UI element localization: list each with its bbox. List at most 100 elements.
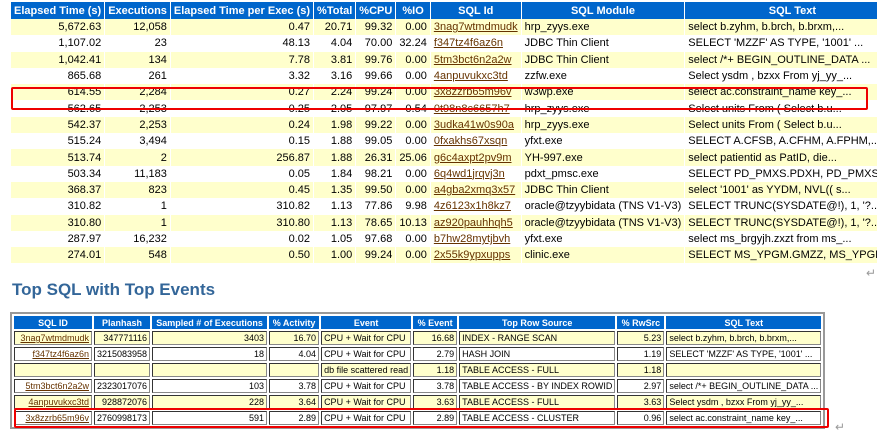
sql-id-link[interactable]: f347tz4f6az6n — [434, 37, 503, 49]
sql-id-link[interactable]: b7hw28mytjbvh — [434, 233, 510, 245]
column-header: SQL Text — [685, 2, 877, 19]
table-cell: 0.00 — [405, 167, 427, 180]
table-cell: 0.47 — [170, 19, 314, 36]
column-header: Event — [321, 316, 412, 329]
sql-id-link[interactable]: 3x8zzrb65m96v — [434, 86, 512, 98]
table-cell: select '1001' as YYDM, NVL(( s... — [685, 181, 877, 199]
table-cell: 99.76 — [356, 51, 396, 68]
sql-id-link[interactable]: f347tz4f6az6n — [32, 349, 89, 359]
table-cell: 591 — [152, 411, 268, 425]
table-cell: 0t98n8c6657h7 — [431, 100, 521, 116]
table-cell: SELECT A.CFSB, A.CFHM, A.FPHM,... — [688, 135, 877, 148]
table-cell: 0.05 — [288, 167, 311, 180]
table-cell: 548 — [105, 247, 170, 264]
table-cell: 542.37 — [11, 116, 105, 134]
table-cell: 614.55 — [11, 84, 105, 101]
table-cell: 3403 — [152, 331, 268, 345]
table-cell: Select ysdm , bzxx From yj_yy_... — [688, 70, 853, 83]
table-cell: 287.97 — [67, 233, 102, 245]
top-sql-with-top-events-table: SQL ID Planhash Sampled # of Executions% A… — [10, 312, 826, 429]
table-cell: 99.24 — [356, 84, 396, 101]
table-cell: 1.35 — [314, 181, 356, 199]
table-cell: 99.32 — [356, 19, 396, 36]
table-row: 310.82 1 310.82 1.13 77.86 9.98 4z6123x1h8kz7 o… — [11, 198, 877, 214]
table-cell: 0.00 — [396, 247, 430, 264]
sql-id-link[interactable]: 3udka41w0s90a — [434, 119, 514, 131]
table-cell — [94, 363, 151, 377]
sql-id-link[interactable]: g6c4axpt2pv9m — [434, 152, 512, 164]
paragraph-mark-icon: ↵ — [866, 266, 877, 280]
table-cell: oracle@tzyybidata (TNS V1-V3) — [524, 200, 682, 213]
table-cell — [14, 363, 92, 377]
table-cell: 0.15 — [288, 135, 311, 148]
table-cell: az920pauhhqh5 — [430, 214, 521, 231]
table-cell: CPU + Wait for CPU — [321, 395, 412, 409]
table-cell: 256.87 — [170, 149, 314, 166]
table-cell: 4anpuvukxc3td — [14, 395, 92, 409]
sql-id-link[interactable]: 0t98n8c6657h7 — [434, 103, 510, 115]
table-cell: CPU + Wait for CPU — [321, 379, 412, 393]
sql-id-link[interactable]: 4z6123x1h8kz7 — [434, 200, 511, 212]
table-cell: 4anpuvukxc3td — [431, 68, 521, 84]
table-cell: 3.16 — [330, 70, 353, 83]
table-cell: 3.63 — [413, 395, 458, 409]
table-cell: db file scattered read — [321, 363, 412, 377]
table-row: 3x8zzrb65m96v 2760998173 591 2.89 CPU + Wait… — [14, 411, 822, 425]
table-cell: 1,042.41 — [11, 51, 105, 68]
sql-id-link[interactable]: 3nag7wtmdmudk — [20, 333, 89, 343]
table-cell: 26.31 — [356, 149, 396, 166]
paragraph-mark-icon: ↵ — [835, 420, 846, 434]
table-cell: 2.05 — [330, 102, 353, 115]
table-row: 5tm3bct6n2a2w 2323017076 103 3.78 CPU + Wait… — [14, 379, 822, 393]
table-cell — [269, 363, 320, 377]
table-cell: 134 — [105, 51, 170, 68]
table-cell: Select units From ( Select b.u... — [685, 116, 877, 134]
sql-ordered-by-elapsed-time-table: Elapsed Time (s) Executions Elapsed Time p… — [10, 2, 877, 264]
column-header: Elapsed Time per Exec (s) — [170, 2, 314, 19]
sql-id-link[interactable]: a4gba2xmq3x57 — [434, 184, 515, 196]
table-cell: 3.78 — [269, 379, 320, 393]
table-cell: 1.19 — [617, 347, 665, 361]
table-row: 503.34 11,183 0.05 1.84 98.21 0.00 6q4wd1jrqvj… — [11, 166, 877, 182]
sql-id-link[interactable]: 0fxakhs67xsqn — [434, 135, 507, 147]
table-cell: CPU + Wait for CPU — [321, 411, 412, 425]
table-cell: 16.68 — [413, 331, 458, 345]
table-cell: 70.00 — [364, 37, 393, 50]
table-cell: 3.64 — [269, 395, 320, 409]
column-header: SQL Text — [666, 316, 822, 329]
table-row: 542.37 2,253 0.24 1.98 99.22 0.00 3udka41w0s90… — [11, 116, 877, 134]
sql-id-link[interactable]: 3nag7wtmdmudk — [434, 21, 518, 33]
sql-id-link[interactable]: 4anpuvukxc3td — [28, 397, 89, 407]
table-cell: 2323017076 — [94, 379, 151, 393]
table-cell: 515.24 — [67, 135, 102, 148]
table-cell: 1.00 — [314, 247, 356, 264]
sql-id-link[interactable]: az920pauhhqh5 — [434, 217, 513, 229]
table-cell: 1.13 — [314, 214, 356, 231]
table-cell: 3.63 — [617, 395, 665, 409]
table-row: db file scattered read 1.18 TABLE ACCESS -… — [14, 363, 822, 377]
table-cell: 103 — [152, 379, 268, 393]
sql-id-link[interactable]: 3x8zzrb65m96v — [25, 413, 89, 423]
sql-id-link[interactable]: 4anpuvukxc3td — [434, 70, 508, 82]
table-cell: TABLE ACCESS - FULL — [459, 363, 616, 377]
column-header: SQL Module — [521, 2, 685, 19]
table-cell: 274.01 — [11, 247, 105, 264]
sql-id-link[interactable]: 2x55k9ypxupps — [434, 249, 510, 261]
sql-id-link[interactable]: 6q4wd1jrqvj3n — [434, 168, 505, 180]
column-header: %Total — [314, 2, 356, 19]
table-cell: a4gba2xmq3x57 — [430, 181, 521, 199]
table-cell: yfxt.exe — [524, 135, 563, 148]
table-cell: 228 — [152, 395, 268, 409]
column-header: Top Row Source — [459, 316, 616, 329]
table-cell: 0.00 — [405, 70, 427, 83]
sql-id-link[interactable]: 5tm3bct6n2a2w — [25, 381, 89, 391]
table-row: 3nag7wtmdmudk 347771116 3403 16.70 CPU + Wai… — [14, 331, 822, 345]
table-cell: select ac.constraint_name key_... — [666, 411, 822, 425]
sql-id-link[interactable]: 5tm3bct6n2a2w — [434, 54, 512, 66]
table-cell: hrp_zyys.exe — [521, 116, 685, 134]
table-cell: pdxt_pmsc.exe — [524, 167, 599, 180]
table-cell: 2.79 — [413, 347, 458, 361]
table-cell: Select ysdm , bzxx From yj_yy_... — [666, 395, 822, 409]
table-cell: oracle@tzyybidata (TNS V1-V3) — [521, 214, 685, 231]
table-cell: 928872076 — [94, 395, 151, 409]
